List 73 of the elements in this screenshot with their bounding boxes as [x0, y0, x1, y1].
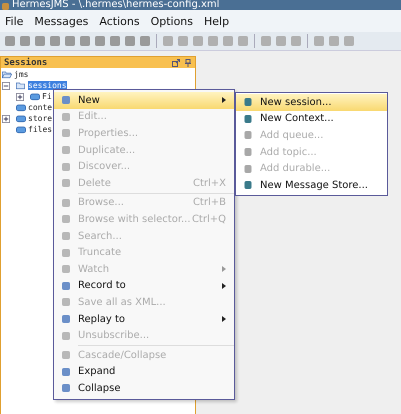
toolbar-icon[interactable] [343, 35, 355, 47]
menu-item-icon [61, 145, 71, 156]
toolbar-icon[interactable] [124, 35, 136, 47]
menu-item-icon [61, 366, 71, 377]
toolbar-icon[interactable] [79, 35, 91, 47]
toolbar-icon[interactable] [4, 35, 16, 47]
menu-item-icon [61, 297, 71, 308]
toolbar-icon[interactable] [313, 35, 325, 47]
menu-item[interactable]: Help [204, 14, 230, 28]
menu-item[interactable]: Actions [99, 14, 140, 28]
folder-icon [16, 81, 26, 90]
menu-item-icon [243, 147, 253, 158]
menu-item-icon [61, 128, 71, 138]
menu-item[interactable]: Record to [54, 278, 234, 294]
toolbar-icon[interactable] [328, 35, 340, 47]
menu-item-icon [61, 264, 71, 274]
expand-toggle-icon[interactable] [2, 114, 10, 122]
tree-item[interactable]: Fi [42, 92, 52, 101]
toolbar-icon[interactable] [64, 35, 76, 47]
toolbar-icon[interactable] [192, 35, 204, 47]
toolbar-icon[interactable] [49, 35, 61, 47]
toolbar-icon[interactable] [19, 35, 31, 47]
menu-item[interactable]: Options [150, 14, 194, 28]
menu-item-icon [243, 114, 253, 124]
menu-item[interactable]: Expand [54, 364, 234, 380]
menu-item-icon [61, 231, 71, 242]
pin-icon[interactable] [184, 58, 192, 66]
menu-item[interactable]: Messages [34, 14, 88, 28]
toolbar-icon[interactable] [207, 35, 219, 47]
menu-item[interactable]: New session... [236, 94, 387, 111]
toolbar-icon[interactable] [177, 35, 189, 47]
undock-icon[interactable] [172, 58, 180, 66]
menu-item[interactable]: Replay to [54, 310, 234, 328]
menu-item-icon [61, 95, 71, 106]
menu-item[interactable]: Collapse [54, 380, 234, 397]
menu-item-icon [61, 178, 71, 188]
menu-item-icon [243, 130, 253, 140]
menu-item-icon [61, 198, 71, 208]
toolbar-icon[interactable] [260, 35, 272, 47]
tree-item[interactable]: conte [28, 103, 52, 112]
menu-item-icon [243, 97, 253, 108]
expand-toggle-icon[interactable] [16, 92, 24, 100]
menu-item-icon [61, 330, 71, 341]
toolbar-icon[interactable] [109, 35, 121, 47]
toolbar-icon[interactable] [139, 35, 151, 47]
menu-item[interactable]: New Message Store... [236, 176, 387, 194]
menu-item-icon [243, 180, 253, 190]
collapse-toggle-icon[interactable] [2, 82, 10, 90]
menu-item-icon [61, 248, 71, 258]
toolbar-icon[interactable] [222, 35, 234, 47]
tree-item[interactable]: sessions [28, 81, 67, 90]
menu-item-icon [61, 383, 71, 394]
tree-item[interactable]: store [28, 114, 52, 123]
toolbar-icon[interactable] [275, 35, 287, 47]
menu-item-icon [61, 162, 71, 172]
panel-title: Sessions [4, 58, 48, 68]
toolbar-icon[interactable] [290, 35, 302, 47]
tree-item[interactable]: jms [14, 70, 28, 79]
menu-item[interactable]: File [5, 14, 24, 28]
toolbar-icon[interactable] [237, 35, 249, 47]
menu-item-icon [61, 280, 71, 291]
menu-item[interactable]: New Context... [236, 110, 387, 128]
toolbar-icon[interactable] [34, 35, 46, 47]
menu-item-icon [61, 350, 71, 360]
toolbar-icon[interactable] [94, 35, 106, 47]
menu-item-icon [61, 314, 71, 324]
menu-item-icon [61, 112, 71, 122]
menu-item-icon [61, 214, 71, 224]
app-icon [2, 3, 9, 10]
toolbar-icon[interactable] [162, 35, 174, 47]
tree-item[interactable]: files [28, 125, 52, 134]
menu-item-icon [243, 164, 253, 174]
menu-item[interactable]: New [54, 92, 234, 109]
